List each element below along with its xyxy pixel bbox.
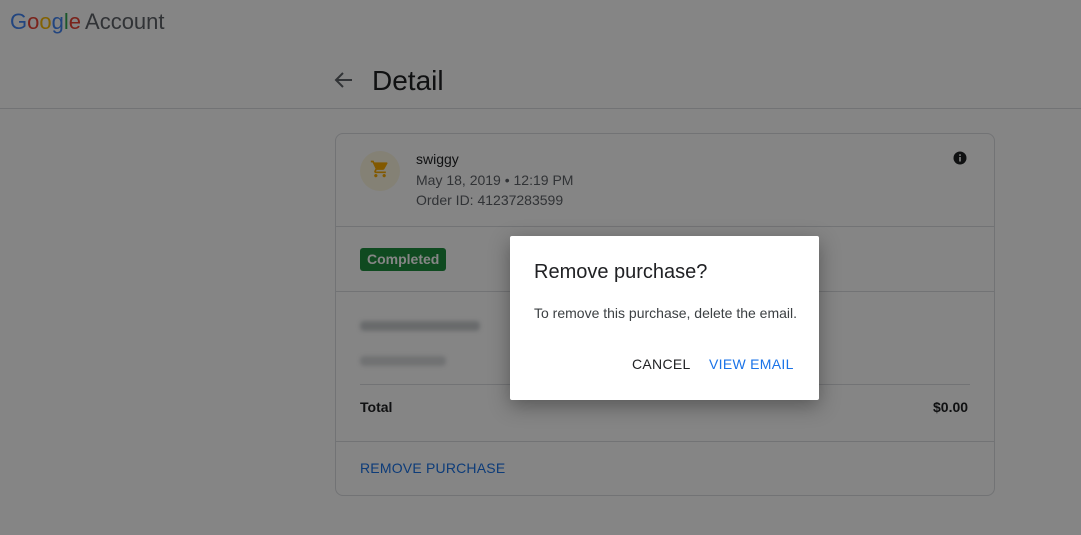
dialog-body: To remove this purchase, delete the emai…	[534, 305, 798, 321]
dialog-title: Remove purchase?	[534, 261, 708, 283]
cancel-button[interactable]: CANCEL	[632, 356, 691, 372]
view-email-button[interactable]: VIEW EMAIL	[709, 356, 794, 372]
remove-purchase-dialog: Remove purchase? To remove this purchase…	[510, 236, 819, 400]
